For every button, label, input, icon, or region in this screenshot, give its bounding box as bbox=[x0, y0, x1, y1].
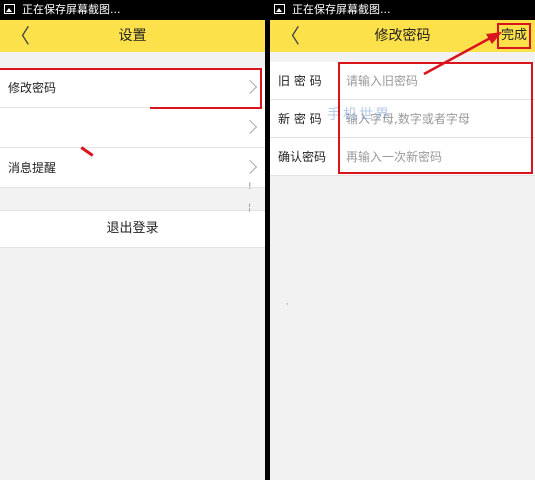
confirm-password-row: 确认密码 bbox=[270, 138, 535, 176]
settings-item-change-password[interactable]: 修改密码 bbox=[0, 68, 265, 108]
new-password-input[interactable] bbox=[346, 108, 516, 130]
change-password-screen: 正在保存屏幕截图... 〈 修改密码 完成 旧 密 码 新 密 码 确认密码 手… bbox=[270, 0, 535, 480]
settings-item-notifications[interactable]: 消息提醒 bbox=[0, 148, 265, 188]
stray-mark: ¦ bbox=[248, 203, 252, 213]
status-bar: 正在保存屏幕截图... bbox=[0, 0, 265, 20]
settings-item-label: 消息提醒 bbox=[8, 161, 57, 175]
page-title: 设置 bbox=[118, 28, 147, 44]
stray-mark: ! bbox=[248, 182, 252, 192]
logout-button[interactable]: 退出登录 bbox=[0, 210, 265, 248]
new-password-label: 新 密 码 bbox=[278, 112, 322, 126]
confirm-password-label: 确认密码 bbox=[278, 150, 327, 164]
screenshot-image-icon bbox=[274, 4, 285, 14]
settings-screen: 正在保存屏幕截图... 〈 设置 修改密码 消息提醒 退出登录 ! ¦ bbox=[0, 0, 265, 480]
confirm-password-input[interactable] bbox=[346, 146, 516, 168]
status-text: 正在保存屏幕截图... bbox=[22, 3, 121, 16]
settings-item-label: 修改密码 bbox=[8, 81, 57, 95]
screenshot-image-icon bbox=[4, 4, 15, 14]
chevron-right-icon bbox=[242, 159, 258, 174]
settings-navbar: 〈 设置 bbox=[0, 20, 265, 52]
settings-item-blank[interactable] bbox=[0, 108, 265, 148]
status-text: 正在保存屏幕截图... bbox=[292, 3, 391, 16]
old-password-label: 旧 密 码 bbox=[278, 74, 322, 88]
new-password-row: 新 密 码 bbox=[270, 100, 535, 138]
annotation-arrow-icon bbox=[423, 32, 502, 76]
chevron-right-icon bbox=[242, 119, 258, 134]
stray-mark: · bbox=[286, 300, 289, 310]
status-bar: 正在保存屏幕截图... bbox=[270, 0, 535, 20]
chevron-right-icon bbox=[242, 79, 258, 94]
